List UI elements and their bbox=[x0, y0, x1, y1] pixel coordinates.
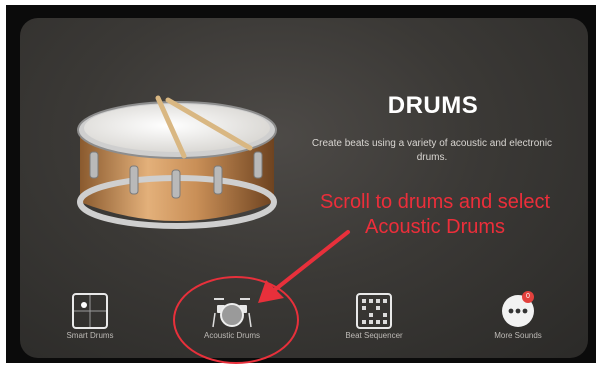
instrument-title: DRUMS bbox=[387, 92, 479, 119]
tile-beat-sequencer[interactable]: Beat Sequencer bbox=[314, 288, 434, 348]
smart-drums-grid-icon bbox=[72, 293, 108, 329]
tile-more-sounds[interactable]: More Sounds bbox=[458, 288, 578, 348]
notification-badge: 0 bbox=[522, 291, 534, 303]
instrument-subtitle: Create beats using a variety of acoustic… bbox=[311, 138, 553, 163]
snare-drum-image bbox=[77, 95, 277, 229]
tile-label: More Sounds bbox=[494, 331, 542, 340]
highlight-circle bbox=[173, 276, 299, 364]
tile-label: Smart Drums bbox=[66, 331, 114, 340]
annotation-text: Scroll to drums and select Acoustic Drum… bbox=[319, 191, 551, 238]
tile-smart-drums[interactable]: Smart Drums bbox=[30, 288, 150, 348]
tile-label: Beat Sequencer bbox=[345, 331, 403, 340]
beat-sequencer-grid-icon bbox=[356, 293, 392, 329]
